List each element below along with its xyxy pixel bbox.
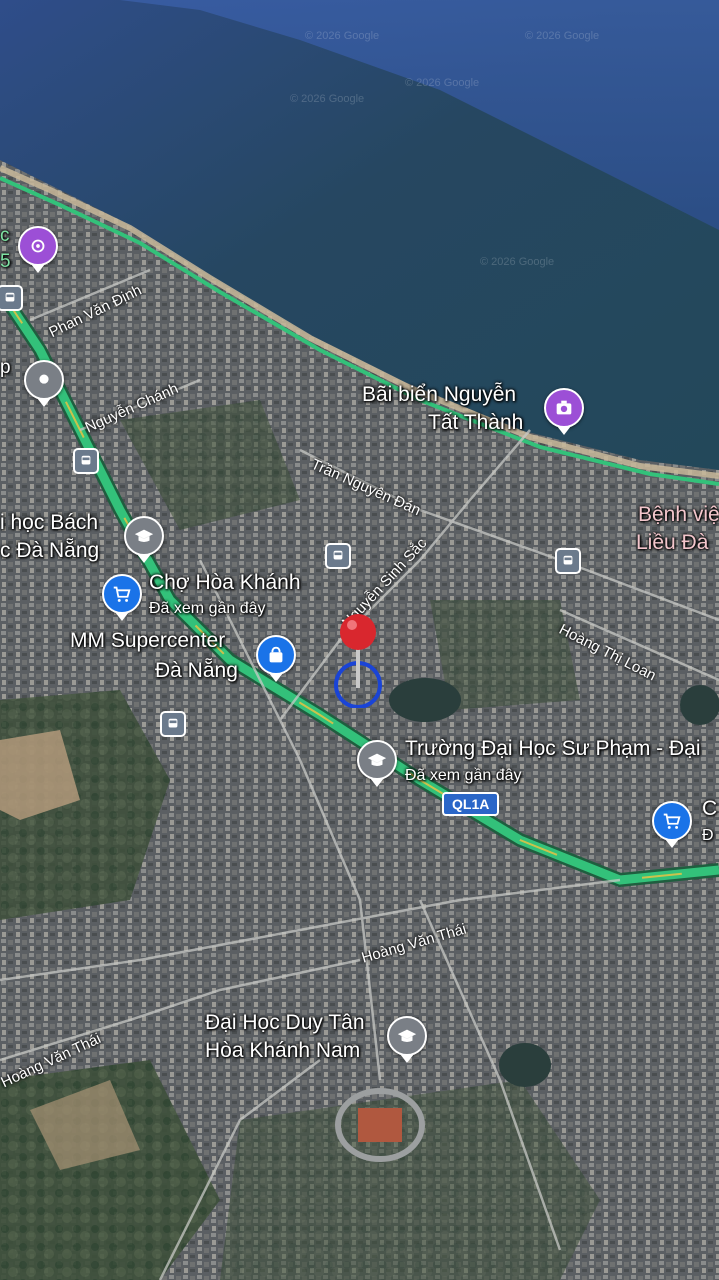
red-pushpin-icon[interactable] xyxy=(332,612,388,708)
graduation-cap-icon xyxy=(134,529,154,542)
place-label[interactable]: Liều Đà xyxy=(636,530,708,556)
bus-stop-icon[interactable] xyxy=(555,548,581,574)
bus-stop-icon[interactable] xyxy=(73,448,99,474)
supermarket-marker[interactable] xyxy=(256,635,296,682)
shopping-cart-icon xyxy=(663,813,681,829)
edge-label: p xyxy=(0,357,11,378)
place-label[interactable]: Đại Học Duy Tân xyxy=(205,1010,365,1036)
place-label[interactable]: i học Bách xyxy=(0,510,98,536)
camera-icon xyxy=(556,400,572,415)
university-marker[interactable] xyxy=(387,1016,427,1063)
place-marker[interactable] xyxy=(24,360,64,407)
watermark: © 2026 Google xyxy=(305,30,380,42)
place-label[interactable]: Chợ Hòa Khánh xyxy=(149,570,301,596)
satellite-map[interactable]: © 2026 Google © 2026 Google © 2026 Googl… xyxy=(0,0,719,1280)
shopping-cart-icon xyxy=(113,586,131,602)
place-note: Đã xem gần đây xyxy=(149,600,266,617)
graduation-cap-icon xyxy=(367,753,387,766)
place-label[interactable]: Hòa Khánh Nam xyxy=(205,1038,360,1064)
edge-label: c xyxy=(0,225,10,246)
bus-stop-icon[interactable] xyxy=(0,285,23,311)
watermark: © 2026 Google xyxy=(405,77,480,89)
place-label[interactable]: Bãi biển Nguyễn xyxy=(362,382,516,408)
watermark: © 2026 Google xyxy=(525,30,600,42)
marker-icon xyxy=(31,239,45,253)
place-label[interactable]: c Đà Nẵng xyxy=(0,538,99,564)
place-label[interactable]: Bệnh việ xyxy=(638,502,719,528)
beach-marker[interactable] xyxy=(544,388,584,435)
university-marker[interactable] xyxy=(357,740,397,787)
highway-shield: QL1A xyxy=(442,792,500,816)
shopping-bag-icon xyxy=(269,646,283,663)
place-label[interactable]: MM Supercenter xyxy=(70,628,225,654)
edge-label: 5 xyxy=(0,251,11,272)
edge-label: Đ xyxy=(702,827,714,844)
place-note: Đã xem gần đây xyxy=(405,767,522,784)
university-marker[interactable] xyxy=(124,516,164,563)
bus-stop-icon[interactable] xyxy=(325,543,351,569)
place-marker[interactable] xyxy=(18,226,58,273)
watermark: © 2026 Google xyxy=(290,93,365,105)
market-marker[interactable] xyxy=(102,574,142,621)
edge-label: C xyxy=(702,797,718,820)
place-label[interactable]: Trường Đại Học Sư Phạm - Đại xyxy=(405,736,701,762)
watermark: © 2026 Google xyxy=(480,256,555,268)
bus-stop-icon[interactable] xyxy=(160,711,186,737)
graduation-cap-icon xyxy=(397,1029,417,1042)
marker-icon xyxy=(39,374,49,384)
shop-marker[interactable] xyxy=(652,801,692,848)
place-label[interactable]: Đà Nẵng xyxy=(155,658,238,684)
place-label[interactable]: Tất Thành xyxy=(428,410,523,436)
